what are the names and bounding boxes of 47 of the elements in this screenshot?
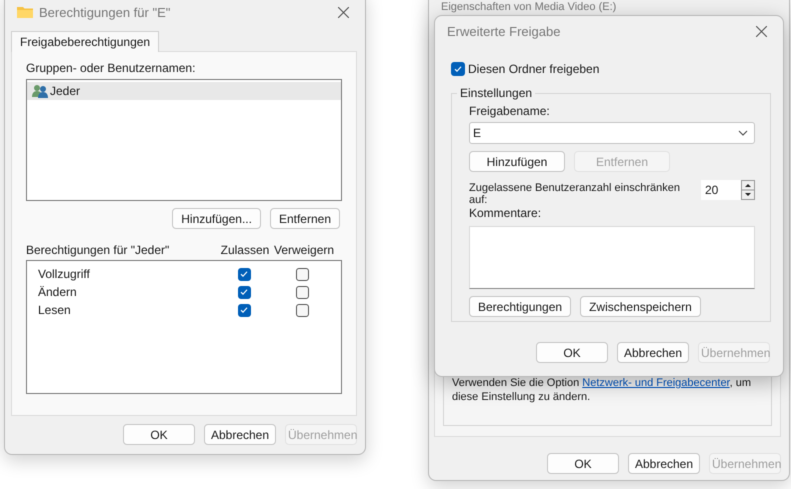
permissions-label: Berechtigungen für "Jeder" [26,243,170,257]
close-icon[interactable] [756,26,767,36]
allow-checkbox[interactable] [238,304,250,316]
field-label: Freigabename: [469,104,551,118]
dialog-button[interactable]: Abbrechen [628,453,700,474]
users-icon [32,84,48,98]
user-limit-spinner[interactable]: 20 [701,180,755,200]
user-item[interactable]: Jeder [27,82,341,100]
share-name-dropdown[interactable]: E [469,122,755,144]
deny-checkbox[interactable] [296,268,308,280]
window-title: Erweiterte Freigabe [447,24,562,38]
permission-name: Vollzugriff [37,267,91,281]
permission-name: Lesen [37,303,72,317]
tab[interactable]: Freigabeberechtigungen [11,31,160,52]
share-checkbox[interactable] [451,62,465,76]
dialog-button[interactable]: Abbrechen [617,342,689,363]
dialog-button[interactable]: Entfernen [270,208,340,229]
folder-icon [17,6,33,18]
column-header: Verweigern [274,243,332,257]
field-label: Zugelassene Benutzeranzahl einschränken auf: [469,182,681,206]
deny-checkbox[interactable] [296,286,308,298]
dialog-button[interactable]: OK [123,424,195,445]
dialog-button[interactable]: Berechtigungen [469,296,572,317]
allow-checkbox[interactable] [238,268,250,280]
allow-checkbox[interactable] [238,286,250,298]
field-label: Kommentare: [469,206,542,220]
dialog-button[interactable]: Hinzufügen... [172,208,261,229]
checkmark-icon [453,64,463,74]
chevron-down-icon [738,130,748,136]
deny-checkbox[interactable] [296,304,308,316]
dialog-button[interactable]: Hinzufügen [469,151,565,172]
dialog-button[interactable]: Zwischenspeichern [580,296,701,317]
network-center-link[interactable]: Netzwerk- und Freigabecenter [582,377,730,389]
window-title: Berechtigungen für "E" [39,4,172,20]
comments-field[interactable] [469,226,755,289]
permission-name: Ändern [37,285,78,299]
dialog-button[interactable]: OK [536,342,608,363]
spin-arrows-icon[interactable] [741,180,755,200]
checkbox-label: Diesen Ordner freigeben [468,62,600,76]
close-icon[interactable] [338,6,349,18]
window-title: Eigenschaften von Media Video (E:) [441,1,618,13]
column-header: Zulassen [220,243,270,257]
list-label: Gruppen- oder Benutzernamen: [26,61,196,75]
group-label: Einstellungen [459,86,534,100]
dialog-button[interactable]: Abbrechen [204,424,276,445]
dialog-button[interactable]: OK [547,453,619,474]
info-text: Verwenden Sie die Option Netzwerk- und Freigabecenter, um diese Einstellung zu ändern. [452,376,752,404]
